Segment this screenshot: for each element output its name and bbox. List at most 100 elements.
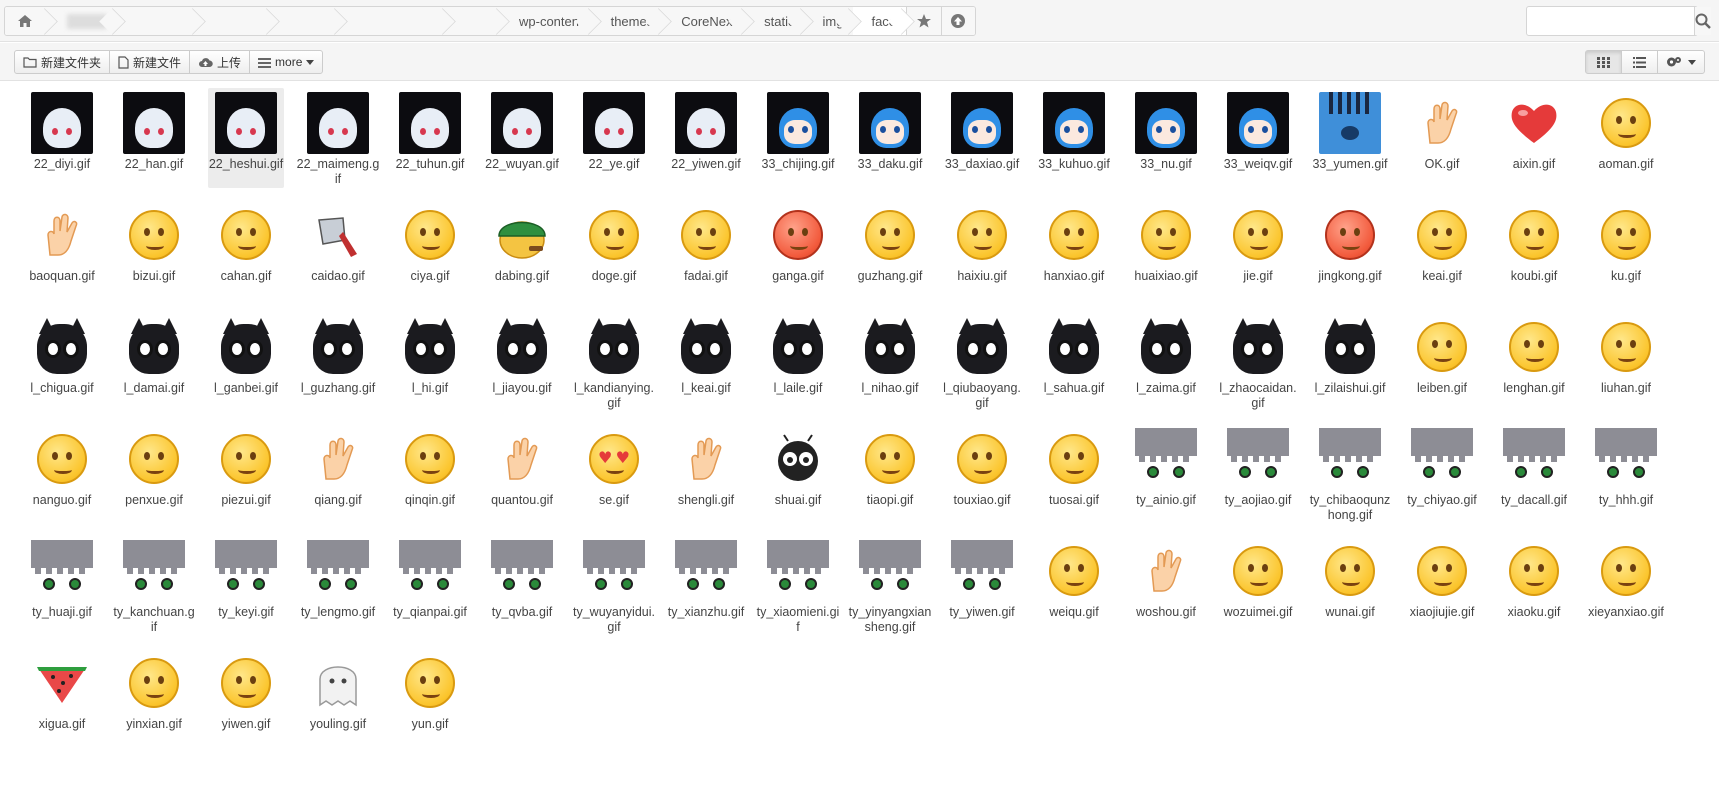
file-item[interactable]: xiaojiujie.gif bbox=[1404, 536, 1480, 636]
new-folder-button[interactable]: 新建文件夹 bbox=[14, 50, 111, 74]
file-thumbnail[interactable] bbox=[213, 538, 279, 604]
file-item[interactable]: xigua.gif bbox=[24, 648, 100, 748]
file-item[interactable]: ty_xianzhu.gif bbox=[668, 536, 744, 636]
file-thumbnail[interactable] bbox=[29, 90, 95, 156]
file-name[interactable]: xiaoku.gif bbox=[1492, 605, 1576, 620]
file-thumbnail[interactable] bbox=[397, 650, 463, 716]
file-name[interactable]: ty_ainio.gif bbox=[1124, 493, 1208, 508]
file-thumbnail[interactable] bbox=[673, 426, 739, 492]
file-thumbnail[interactable] bbox=[1593, 202, 1659, 268]
file-item[interactable]: touxiao.gif bbox=[944, 424, 1020, 524]
file-item[interactable]: nanguo.gif bbox=[24, 424, 100, 524]
file-item[interactable]: woshou.gif bbox=[1128, 536, 1204, 636]
file-name[interactable]: jingkong.gif bbox=[1308, 269, 1392, 284]
file-item[interactable]: dabing.gif bbox=[484, 200, 560, 300]
file-name[interactable]: penxue.gif bbox=[112, 493, 196, 508]
file-name[interactable]: l_chigua.gif bbox=[20, 381, 104, 396]
breadcrumb-item-hidden-4[interactable] bbox=[271, 7, 339, 35]
file-thumbnail[interactable] bbox=[1225, 426, 1291, 492]
file-thumbnail[interactable] bbox=[673, 314, 739, 380]
breadcrumb-item-wp-content[interactable]: wp-content bbox=[501, 7, 593, 35]
file-name[interactable]: haixiu.gif bbox=[940, 269, 1024, 284]
file-thumbnail[interactable] bbox=[1225, 314, 1291, 380]
file-thumbnail[interactable] bbox=[581, 538, 647, 604]
file-thumbnail[interactable] bbox=[1317, 202, 1383, 268]
breadcrumb-item-hidden-5[interactable] bbox=[339, 7, 447, 35]
file-name[interactable]: yinxian.gif bbox=[112, 717, 196, 732]
file-name[interactable]: 33_daxiao.gif bbox=[940, 157, 1024, 172]
file-item[interactable]: l_damai.gif bbox=[116, 312, 192, 412]
file-item[interactable]: youling.gif bbox=[300, 648, 376, 748]
file-name[interactable]: fadai.gif bbox=[664, 269, 748, 284]
file-name[interactable]: nanguo.gif bbox=[20, 493, 104, 508]
file-thumbnail[interactable] bbox=[213, 90, 279, 156]
file-name[interactable]: wunai.gif bbox=[1308, 605, 1392, 620]
file-item[interactable]: 22_ye.gif bbox=[576, 88, 652, 188]
file-thumbnail[interactable] bbox=[857, 314, 923, 380]
file-item[interactable]: hanxiao.gif bbox=[1036, 200, 1112, 300]
file-name[interactable]: ty_dacall.gif bbox=[1492, 493, 1576, 508]
file-thumbnail[interactable] bbox=[1133, 90, 1199, 156]
file-item[interactable]: weiqu.gif bbox=[1036, 536, 1112, 636]
file-thumbnail[interactable] bbox=[765, 538, 831, 604]
file-item[interactable]: 33_yumen.gif bbox=[1312, 88, 1388, 188]
file-item[interactable]: bizui.gif bbox=[116, 200, 192, 300]
file-item[interactable]: ku.gif bbox=[1588, 200, 1664, 300]
file-name[interactable]: huaixiao.gif bbox=[1124, 269, 1208, 284]
file-name[interactable]: 22_yiwen.gif bbox=[664, 157, 748, 172]
file-thumbnail[interactable] bbox=[489, 202, 555, 268]
file-thumbnail[interactable] bbox=[397, 202, 463, 268]
file-thumbnail[interactable] bbox=[765, 90, 831, 156]
file-item[interactable]: piezui.gif bbox=[208, 424, 284, 524]
file-name[interactable]: l_guzhang.gif bbox=[296, 381, 380, 396]
file-name[interactable]: 22_wuyan.gif bbox=[480, 157, 564, 172]
file-item[interactable]: wozuimei.gif bbox=[1220, 536, 1296, 636]
file-thumbnail[interactable] bbox=[857, 426, 923, 492]
file-thumbnail[interactable] bbox=[213, 426, 279, 492]
file-item[interactable]: 33_weiqv.gif bbox=[1220, 88, 1296, 188]
file-thumbnail[interactable] bbox=[489, 314, 555, 380]
file-name[interactable]: l_sahua.gif bbox=[1032, 381, 1116, 396]
file-thumbnail[interactable] bbox=[305, 538, 371, 604]
file-item[interactable]: huaixiao.gif bbox=[1128, 200, 1204, 300]
go-up-button[interactable] bbox=[940, 7, 975, 35]
file-thumbnail[interactable] bbox=[29, 426, 95, 492]
breadcrumb-item-hidden-2[interactable] bbox=[117, 7, 197, 35]
file-thumbnail[interactable] bbox=[121, 202, 187, 268]
file-item[interactable]: fadai.gif bbox=[668, 200, 744, 300]
file-item[interactable]: shuai.gif bbox=[760, 424, 836, 524]
file-item[interactable]: 22_diyi.gif bbox=[24, 88, 100, 188]
file-thumbnail[interactable] bbox=[121, 650, 187, 716]
file-thumbnail[interactable] bbox=[397, 90, 463, 156]
file-item[interactable]: l_hi.gif bbox=[392, 312, 468, 412]
file-thumbnail[interactable] bbox=[397, 538, 463, 604]
file-name[interactable]: touxiao.gif bbox=[940, 493, 1024, 508]
file-name[interactable]: shengli.gif bbox=[664, 493, 748, 508]
file-thumbnail[interactable] bbox=[949, 202, 1015, 268]
file-item[interactable]: wunai.gif bbox=[1312, 536, 1388, 636]
file-item[interactable]: penxue.gif bbox=[116, 424, 192, 524]
file-item[interactable]: 33_kuhuo.gif bbox=[1036, 88, 1112, 188]
search-input[interactable] bbox=[1527, 7, 1694, 35]
file-item[interactable]: ty_lengmo.gif bbox=[300, 536, 376, 636]
file-name[interactable]: weiqu.gif bbox=[1032, 605, 1116, 620]
file-name[interactable]: woshou.gif bbox=[1124, 605, 1208, 620]
file-item[interactable]: l_chigua.gif bbox=[24, 312, 100, 412]
file-item[interactable]: ♥ ♥ se.gif bbox=[576, 424, 652, 524]
file-name[interactable]: cahan.gif bbox=[204, 269, 288, 284]
file-thumbnail[interactable] bbox=[397, 314, 463, 380]
file-thumbnail[interactable] bbox=[1133, 538, 1199, 604]
file-item[interactable]: yun.gif bbox=[392, 648, 468, 748]
file-thumbnail[interactable] bbox=[857, 90, 923, 156]
file-thumbnail[interactable] bbox=[1409, 426, 1475, 492]
file-name[interactable]: youling.gif bbox=[296, 717, 380, 732]
file-name[interactable]: koubi.gif bbox=[1492, 269, 1576, 284]
file-name[interactable]: qiang.gif bbox=[296, 493, 380, 508]
file-thumbnail[interactable] bbox=[765, 202, 831, 268]
file-name[interactable]: l_qiubaoyang.gif bbox=[940, 381, 1024, 411]
file-thumbnail[interactable] bbox=[1501, 538, 1567, 604]
breadcrumb-item-hidden-3[interactable] bbox=[197, 7, 271, 35]
file-name[interactable]: ty_aojiao.gif bbox=[1216, 493, 1300, 508]
file-name[interactable]: l_keai.gif bbox=[664, 381, 748, 396]
file-thumbnail[interactable] bbox=[1041, 314, 1107, 380]
